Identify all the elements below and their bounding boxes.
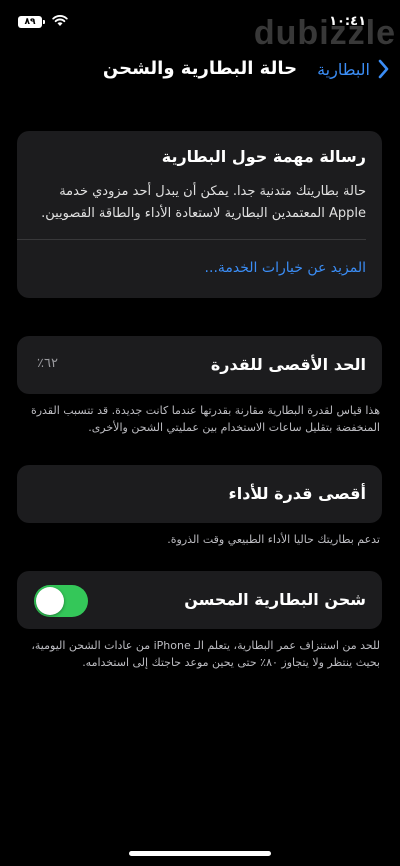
toggle-knob [36, 587, 64, 615]
back-button[interactable]: البطارية [317, 58, 392, 80]
optimized-charging-row: شحن البطارية المحسن [17, 571, 382, 629]
peak-performance-row: أقصى قدرة للأداء [17, 465, 382, 523]
maximum-capacity-label: الحد الأقصى للقدرة [210, 355, 366, 374]
back-button-label: البطارية [317, 59, 370, 79]
optimized-charging-footnote: للحد من استنزاف عمر البطارية، يتعلم الـ … [31, 639, 380, 669]
watermark-logo: dubizzle [253, 14, 396, 52]
optimized-charging-toggle[interactable] [34, 585, 88, 617]
home-indicator[interactable] [129, 851, 271, 856]
optimized-charging-label: شحن البطارية المحسن [184, 590, 366, 609]
message-title: رسالة مهمة حول البطارية [161, 147, 366, 166]
wifi-icon [52, 15, 68, 26]
important-message-card: رسالة مهمة حول البطارية حالة بطاريتك متد… [17, 131, 382, 298]
message-body: حالة بطاريتك متدنية جدا. يمكن أن يبدل أح… [41, 184, 366, 221]
battery-level: ٨٩ [24, 17, 36, 27]
maximum-capacity-footnote: هذا قياس لقدرة البطارية مقارنة بقدرتها ع… [30, 404, 380, 434]
navigation-bar: البطارية حالة البطارية والشحن [0, 52, 400, 92]
maximum-capacity-row: الحد الأقصى للقدرة ٦٢٪ [17, 336, 382, 394]
divider [17, 239, 366, 240]
service-options-link[interactable]: المزيد عن خيارات الخدمة... [205, 260, 366, 276]
peak-performance-footnote: تدعم بطاريتك حاليا الأداء الطبيعي وقت ال… [167, 533, 380, 546]
battery-status-icon: ٨٩ [18, 16, 45, 28]
maximum-capacity-value: ٦٢٪ [37, 356, 58, 371]
status-bar: ٨٩ ١٠:٤١ dubizzle [0, 0, 400, 52]
chevron-right-icon [378, 59, 389, 79]
peak-performance-label: أقصى قدرة للأداء [228, 484, 366, 503]
